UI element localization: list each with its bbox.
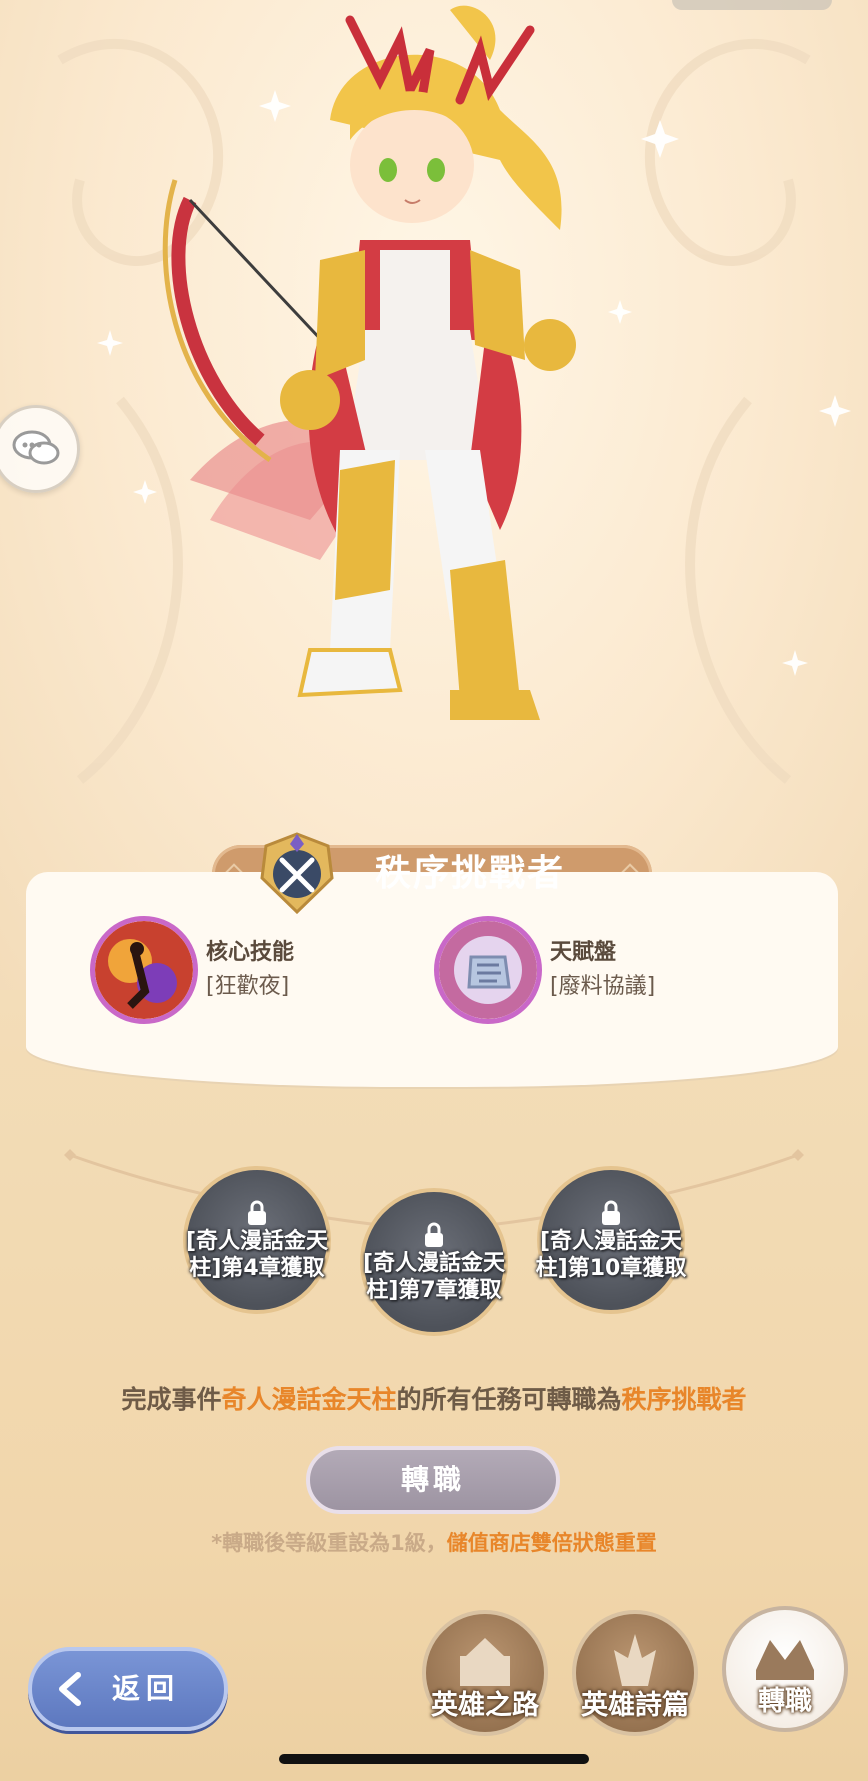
core-skill-name: [狂歡夜] (206, 974, 290, 999)
lock-icon (248, 1200, 266, 1225)
talent-disc-name: [廢料協議] (550, 974, 656, 999)
nav-hero-epic[interactable]: 英雄詩篇 (572, 1610, 698, 1736)
class-change-note: *轉職後等級重設為1級，儲值商店雙倍狀態重置 (211, 1531, 657, 1555)
talent-disc-title: 天賦盤 (550, 940, 617, 965)
class-emblem-icon (260, 832, 334, 914)
nav-hero-road[interactable]: 英雄之路 (422, 1610, 548, 1736)
nav-hero-road-label: 英雄之路 (431, 1690, 539, 1721)
nav-hero-epic-label: 英雄詩篇 (581, 1690, 689, 1721)
talent-disc[interactable]: 天賦盤 [廢料協議] (434, 916, 655, 1024)
back-button-label: 返回 (112, 1672, 181, 1705)
core-skill[interactable]: 核心技能 [狂歡夜] (90, 916, 294, 1024)
chat-bubbles-icon (12, 430, 60, 465)
talent-disc-icon (434, 916, 542, 1024)
home-indicator[interactable] (279, 1754, 589, 1764)
class-node-2-label: [奇人漫話金天 柱]第7章獲取 (362, 1251, 506, 1303)
nav-class-change[interactable]: 轉職 (722, 1606, 848, 1732)
hero-character-illustration (162, 5, 576, 720)
class-change-button[interactable]: 轉職 (306, 1446, 560, 1514)
class-node-1-label: [奇人漫話金天 柱]第4章獲取 (185, 1229, 329, 1281)
back-button[interactable]: 返回 (28, 1647, 228, 1731)
lock-icon (602, 1200, 620, 1225)
nav-class-change-label: 轉職 (758, 1686, 812, 1717)
status-indicator (672, 0, 832, 10)
core-skill-title: 核心技能 (206, 940, 295, 965)
lock-icon (425, 1222, 443, 1247)
core-skill-icon (90, 916, 198, 1024)
class-change-requirement: 完成事件奇人漫話金天柱的所有任務可轉職為秩序挑戰者 (121, 1385, 747, 1414)
class-node-3-label: [奇人漫話金天 柱]第10章獲取 (535, 1229, 687, 1281)
back-arrow-icon (59, 1672, 81, 1706)
class-title: 秩序挑戰者 (374, 853, 565, 894)
